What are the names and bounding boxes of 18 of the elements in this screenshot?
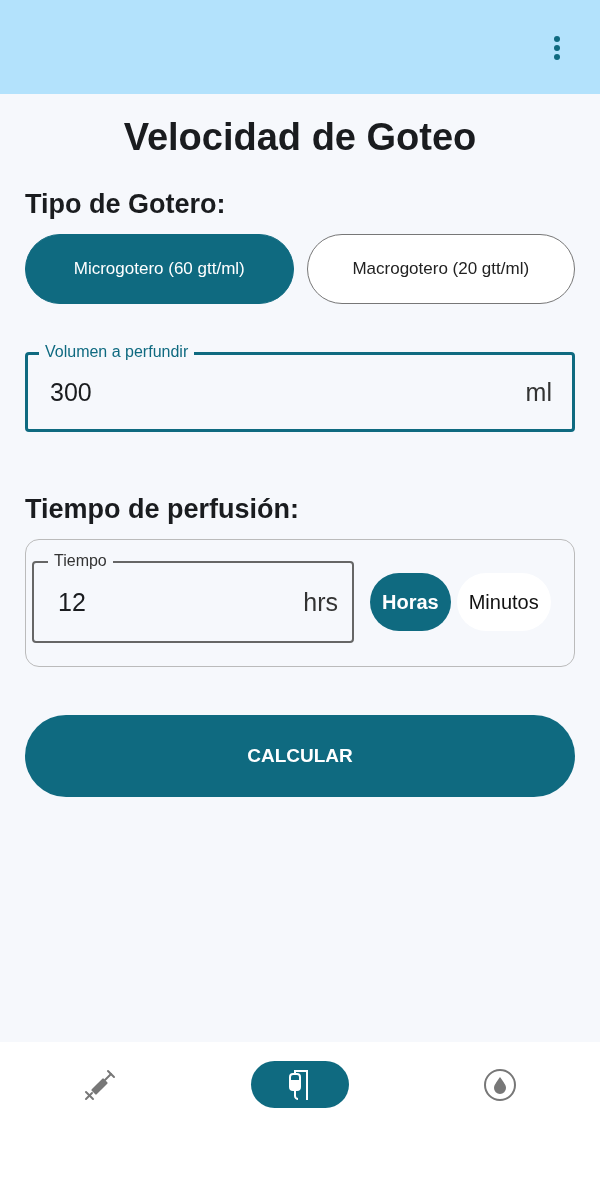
syringe-icon — [83, 1067, 117, 1102]
field-label: Volumen a perfundir — [39, 342, 195, 362]
field-label: Tiempo — [48, 551, 113, 571]
unit-suffix: hrs — [303, 587, 338, 617]
unit-option[interactable]: Horas — [370, 573, 451, 631]
calculate-button[interactable]: CALCULAR — [25, 715, 575, 797]
drop-gauge-icon — [483, 1067, 517, 1102]
field-value: 12 — [58, 587, 86, 617]
field-value: 300 — [50, 377, 92, 407]
nav-tab[interactable] — [251, 1061, 349, 1108]
more-options-icon[interactable] — [553, 35, 561, 61]
drip-type-option[interactable]: Microgotero (60 gtt/ml) — [25, 234, 294, 304]
unit-suffix: ml — [525, 377, 552, 407]
section-heading: Tiempo de perfusión: — [25, 494, 301, 525]
page-title: Velocidad de Goteo — [122, 116, 478, 159]
unit-option[interactable]: Minutos — [456, 573, 551, 631]
section-heading: Tipo de Gotero: — [25, 189, 227, 220]
drip-type-option[interactable]: Macrogotero (20 gtt/ml) — [306, 234, 575, 304]
